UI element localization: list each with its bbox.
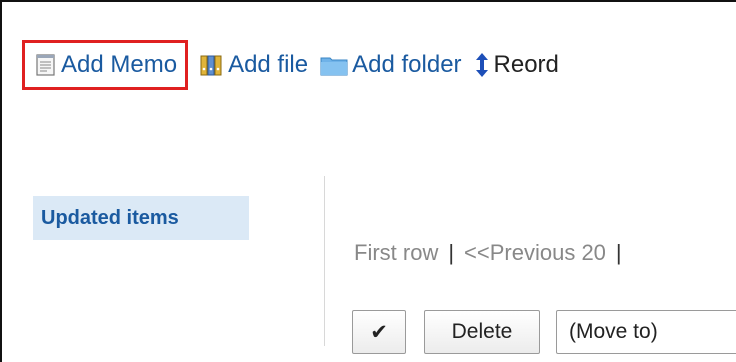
check-icon: ✔ xyxy=(370,320,388,344)
toolbar: Add Memo Add file Add folder Reord xyxy=(22,40,571,90)
select-all-checkbox-button[interactable]: ✔ xyxy=(352,310,406,354)
folder-icon xyxy=(320,54,348,76)
sidebar-item-label: Updated items xyxy=(41,206,179,229)
column-divider xyxy=(324,176,325,346)
reorder-icon xyxy=(474,52,490,78)
file-icon xyxy=(200,53,224,77)
pager-separator: | xyxy=(448,240,455,265)
reorder-button[interactable]: Reord xyxy=(474,51,559,79)
add-folder-label: Add folder xyxy=(352,51,462,78)
delete-label: Delete xyxy=(451,320,513,343)
sidebar-item-updated-items[interactable]: Updated items xyxy=(33,196,249,240)
memo-icon xyxy=(35,53,57,77)
move-to-select[interactable]: (Move to) xyxy=(556,310,736,354)
pager-separator: | xyxy=(615,240,622,265)
add-file-label: Add file xyxy=(228,51,309,78)
add-folder-button[interactable]: Add folder xyxy=(320,51,462,79)
delete-button[interactable]: Delete xyxy=(424,310,540,354)
previous-20-link[interactable]: <<Previous 20 xyxy=(464,240,606,265)
pagination: First row | <<Previous 20 | xyxy=(354,240,632,266)
add-memo-label: Add Memo xyxy=(61,51,178,78)
add-file-button[interactable]: Add file xyxy=(200,51,308,79)
first-row-link[interactable]: First row xyxy=(354,240,438,265)
reorder-label: Reord xyxy=(493,51,559,78)
add-memo-button[interactable]: Add Memo xyxy=(22,40,189,90)
move-to-label: (Move to) xyxy=(569,320,658,343)
